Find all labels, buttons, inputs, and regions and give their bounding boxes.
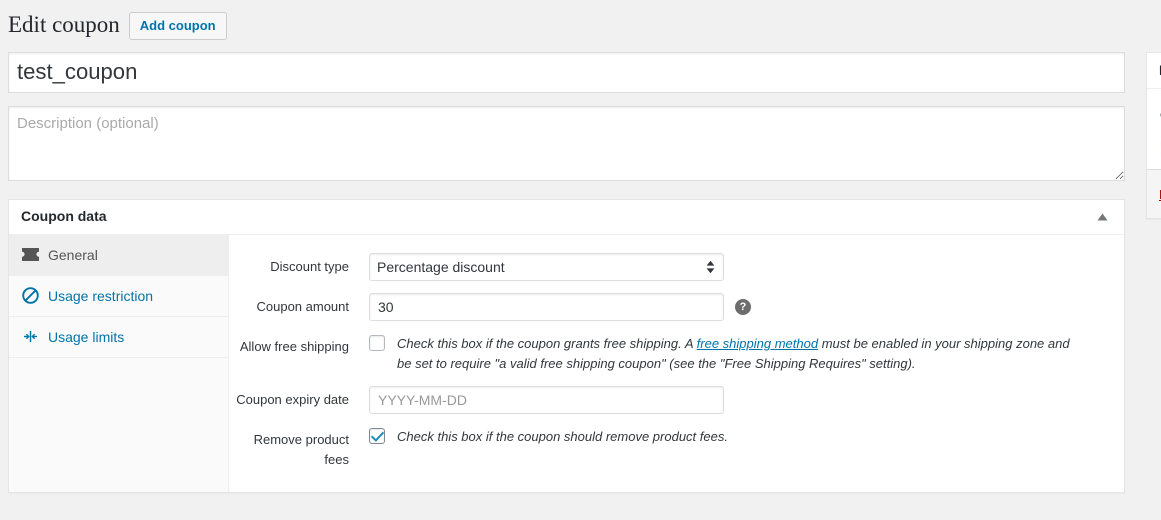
allow-free-shipping-row: Allow free shipping Check this box if th… [229, 327, 1124, 380]
chevron-up-icon[interactable] [1092, 207, 1112, 227]
publish-metabox-header: Publish [1147, 53, 1161, 89]
remove-product-fees-row: Remove product fees Check this box if th… [229, 420, 1124, 475]
question-mark-icon[interactable]: ? [735, 298, 751, 315]
tab-usage-restriction-link[interactable]: Usage restriction [9, 276, 228, 316]
page-title: Edit coupon [8, 12, 120, 37]
coupon-code-field-wrapper [8, 51, 1125, 93]
allow-free-shipping-checkbox[interactable] [369, 334, 385, 351]
tab-usage-limits-link[interactable]: Usage limits [9, 317, 228, 357]
tab-general-link[interactable]: General [9, 235, 228, 275]
remove-product-fees-checkbox[interactable] [369, 428, 385, 445]
remove-product-fees-label: Remove product fees [253, 432, 349, 467]
coupon-expiry-date-input[interactable] [369, 386, 724, 415]
discount-type-label: Discount type [270, 258, 349, 274]
tab-usage-limits-label: Usage limits [48, 328, 125, 345]
coupon-data-tab-list: General Usage restriction Usage limits [9, 234, 229, 492]
publish-actions-row: Move to Trash Update [1147, 169, 1161, 218]
coupon-data-body: General Usage restriction Usage limits D… [9, 234, 1124, 492]
coupon-description-field-wrapper [8, 105, 1125, 181]
free-shipping-method-link[interactable]: free shipping method [697, 336, 818, 351]
sidebar-item-general[interactable]: General [9, 234, 228, 276]
remove-product-fees-description: Check this box if the coupon should remo… [397, 429, 728, 445]
coupon-data-heading: Coupon data [21, 208, 107, 225]
coupon-amount-input[interactable] [369, 292, 724, 321]
tab-usage-restriction-label: Usage restriction [48, 287, 154, 304]
free-shipping-text-before: Check this box if the coupon grants free… [397, 335, 697, 351]
coupon-code-input[interactable] [8, 51, 1125, 93]
coupon-amount-label: Coupon amount [256, 298, 349, 314]
discount-type-row: Discount type Percentage discount [229, 247, 1124, 287]
ticket-icon [21, 246, 39, 264]
main-content-column: Edit coupon Add coupon Coupon data [0, 0, 1133, 520]
meta-sidebar-column: Publish 👁 Visibility: Public Edit 📅 Publ… [1146, 0, 1161, 520]
publish-metabox: Publish 👁 Visibility: Public Edit 📅 Publ… [1146, 52, 1161, 219]
coupon-expiry-date-label: Coupon expiry date [236, 392, 349, 408]
coupon-expiry-date-row: Coupon expiry date [229, 380, 1124, 420]
coupon-amount-row: Coupon amount ? [229, 287, 1124, 327]
no-entry-icon [21, 287, 39, 305]
sidebar-item-usage-limits[interactable]: Usage limits [9, 317, 228, 358]
general-tab-panel: Discount type Percentage discount Coupon… [229, 234, 1124, 492]
usage-limits-icon [21, 328, 39, 346]
allow-free-shipping-description: Check this box if the coupon grants free… [397, 333, 1087, 374]
allow-free-shipping-label: Allow free shipping [239, 338, 349, 354]
sidebar-item-usage-restriction[interactable]: Usage restriction [9, 276, 228, 317]
coupon-description-textarea[interactable] [8, 105, 1125, 181]
tab-general-label: General [48, 246, 98, 263]
coupon-data-header: Coupon data [9, 200, 1124, 235]
discount-type-select[interactable]: Percentage discount [369, 252, 724, 281]
coupon-data-postbox: Coupon data General Usage restriction Us… [8, 198, 1125, 493]
page-header: Edit coupon Add coupon [8, 0, 1125, 52]
add-coupon-button[interactable]: Add coupon [128, 11, 227, 40]
publish-metabox-body: 👁 Visibility: Public Edit 📅 Published on… [1147, 89, 1161, 169]
